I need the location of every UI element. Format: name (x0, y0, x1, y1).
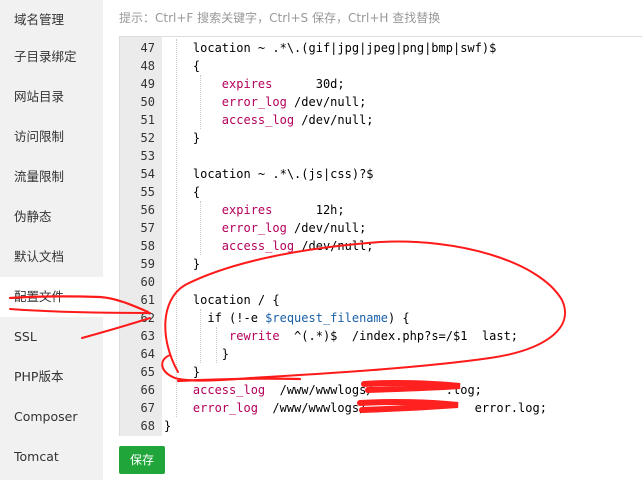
line-number: 58 (140, 239, 155, 253)
line-number: 56 (140, 203, 155, 217)
code-text: location ~ .*\.(js|css)?$ (164, 167, 374, 181)
line-number: 53 (140, 149, 155, 163)
code-text: error_log /dev/null; (221, 221, 367, 235)
line-number: 67 (140, 401, 155, 415)
sidebar-item-6[interactable]: 伪静态 (0, 197, 103, 237)
code-text: } (164, 257, 201, 271)
indent-guide (176, 39, 177, 417)
code-text: expires 12h; (221, 203, 345, 217)
sidebar-item-11[interactable]: Composer (0, 397, 103, 437)
sidebar-item-12[interactable]: Tomcat (0, 437, 103, 477)
sidebar-item-2[interactable]: 子目录绑定 (0, 37, 103, 77)
sidebar-item-1[interactable]: 域名管理 (0, 0, 103, 40)
line-number: 49 (140, 77, 155, 91)
sidebar-item-3[interactable]: 网站目录 (0, 77, 103, 117)
code-text: error_log /dev/null; (221, 95, 367, 109)
line-number: 57 (140, 221, 155, 235)
code-text: location / { (164, 293, 280, 307)
indent-guide (200, 201, 201, 255)
line-number: 61 (140, 293, 155, 307)
line-number: 66 (140, 383, 155, 397)
sidebar-item-8[interactable]: 配置文件 (0, 277, 103, 317)
sidebar-item-4[interactable]: 访问限制 (0, 117, 103, 157)
line-number: 52 (140, 131, 155, 145)
line-number: 64 (140, 347, 155, 361)
line-number: 50 (140, 95, 155, 109)
indent-guide (216, 327, 217, 363)
line-number: 63 (140, 329, 155, 343)
sidebar: 域名管理 子目录绑定 网站目录 访问限制 流量限制 伪静态 默认文档 配置文件 SSL PHP版本… (0, 0, 103, 480)
code-editor[interactable]: 47 location ~ .*\.(gif|jpg|jpeg|png|bmp|… (119, 36, 642, 436)
config-file-page: 域名管理 子目录绑定 网站目录 访问限制 流量限制 伪静态 默认文档 配置文件 SSL PHP版本… (0, 0, 642, 480)
code-text: { (164, 185, 201, 199)
indent-guide (200, 309, 201, 363)
line-number: 59 (140, 257, 155, 271)
code-text: } (164, 365, 201, 379)
code-text: } (164, 419, 172, 433)
sidebar-item-7[interactable]: 默认文档 (0, 237, 103, 277)
editor-hint: 提示：Ctrl+F 搜索关键字，Ctrl+S 保存，Ctrl+H 查找替换 (119, 11, 441, 25)
line-number: 47 (140, 41, 155, 55)
code-text: rewrite ^(.*)$ /index.php?s=/$1 last; (229, 329, 519, 343)
code-text: } (164, 347, 230, 361)
sidebar-item-10[interactable]: PHP版本 (0, 357, 103, 397)
code-text: access_log /dev/null; (221, 113, 374, 127)
sidebar-item-9[interactable]: SSL (0, 317, 103, 357)
line-number: 68 (140, 419, 155, 433)
code-text: location ~ .*\.(gif|jpg|jpeg|png|bmp|swf… (164, 41, 497, 55)
line-number: 62 (140, 311, 155, 325)
indent-guide (200, 75, 201, 129)
code-text: expires 30d; (221, 77, 345, 91)
save-button[interactable]: 保存 (119, 446, 165, 474)
code-text: error_log /www/wwwlogs/ error.log; (192, 401, 547, 415)
code-text: access_log /www/wwwlogs/ .log; (192, 383, 482, 397)
line-number: 60 (140, 275, 155, 289)
code-text: access_log /dev/null; (221, 239, 374, 253)
line-number: 48 (140, 59, 155, 73)
code-text: } (164, 131, 201, 145)
sidebar-item-5[interactable]: 流量限制 (0, 157, 103, 197)
line-number: 51 (140, 113, 155, 127)
line-number: 54 (140, 167, 155, 181)
line-number: 55 (140, 185, 155, 199)
code-text: { (164, 59, 201, 73)
line-number: 65 (140, 365, 155, 379)
